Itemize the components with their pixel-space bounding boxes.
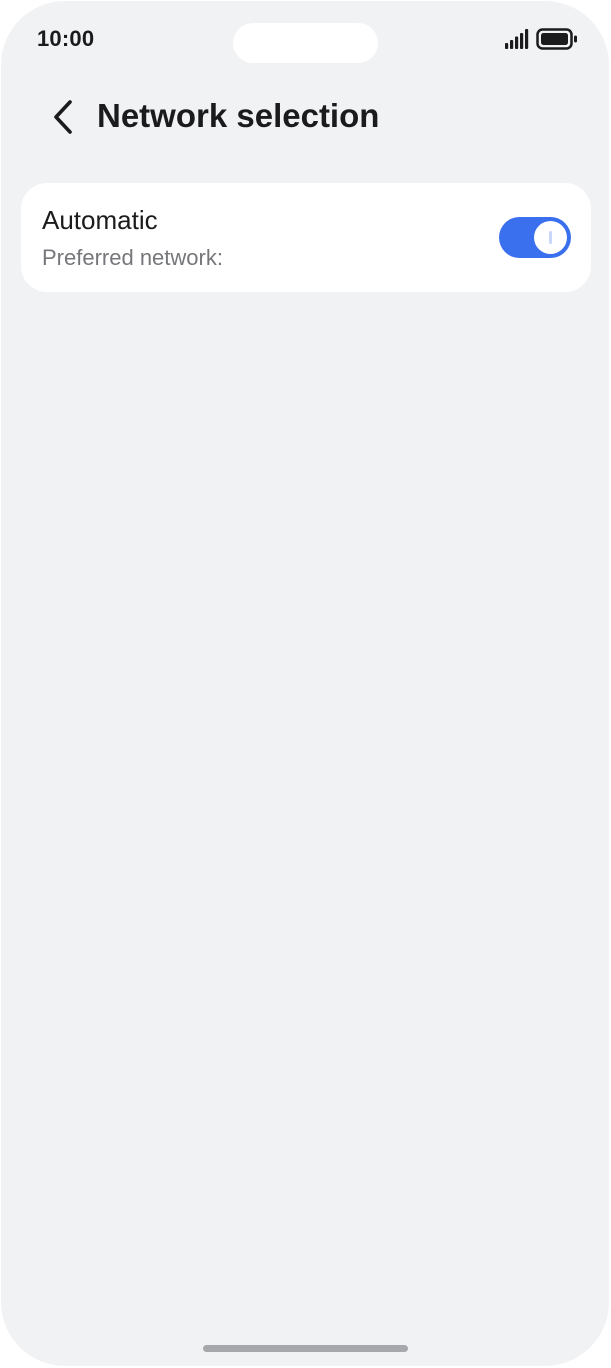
phone-screen: 10:00 Network selection Automatic Prefer… [1, 1, 609, 1366]
status-time: 10:00 [37, 26, 95, 51]
home-indicator[interactable] [203, 1345, 408, 1352]
chevron-left-icon [54, 100, 72, 134]
page-title: Network selection [97, 97, 380, 134]
automatic-setting-row[interactable]: Automatic Preferred network: [21, 183, 591, 292]
automatic-toggle[interactable] [499, 217, 571, 258]
camera-pill [233, 23, 378, 63]
signal-icon [505, 29, 529, 49]
setting-subtitle: Preferred network: [42, 245, 223, 270]
battery-icon [536, 28, 577, 50]
header: Network selection [1, 89, 609, 145]
back-button[interactable] [39, 93, 87, 141]
toggle-knob [534, 221, 567, 254]
status-bar: 10:00 [1, 1, 609, 81]
setting-title: Automatic [42, 205, 158, 235]
toggle-on-mark [549, 231, 552, 244]
